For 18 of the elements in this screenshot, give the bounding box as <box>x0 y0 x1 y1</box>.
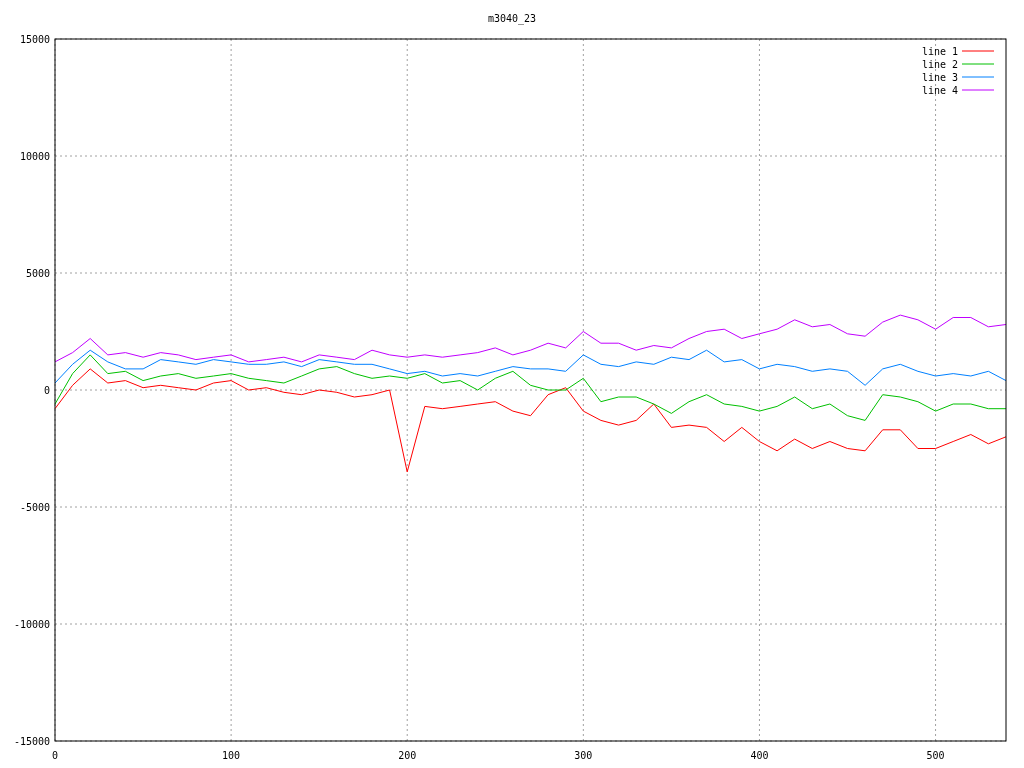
legend-label: line 2 <box>921 59 958 70</box>
y-tick-label: 0 <box>43 385 50 396</box>
y-tick-label: 15000 <box>19 34 50 45</box>
y-tick-label: 5000 <box>25 268 50 279</box>
y-tick-label: 10000 <box>19 151 50 162</box>
y-tick-label: -10000 <box>13 619 50 630</box>
y-tick-label: -5000 <box>19 502 50 513</box>
legend-label: line 1 <box>921 46 958 57</box>
x-tick-label: 500 <box>926 750 945 761</box>
x-tick-label: 400 <box>750 750 769 761</box>
x-tick-label: 100 <box>222 750 241 761</box>
legend-label: line 4 <box>921 85 958 96</box>
chart-title: m3040_23 <box>487 13 537 24</box>
legend-label: line 3 <box>921 72 958 83</box>
x-tick-label: 300 <box>574 750 593 761</box>
y-tick-label: -15000 <box>13 736 50 747</box>
x-tick-label: 200 <box>398 750 417 761</box>
x-tick-label: 0 <box>52 750 58 761</box>
